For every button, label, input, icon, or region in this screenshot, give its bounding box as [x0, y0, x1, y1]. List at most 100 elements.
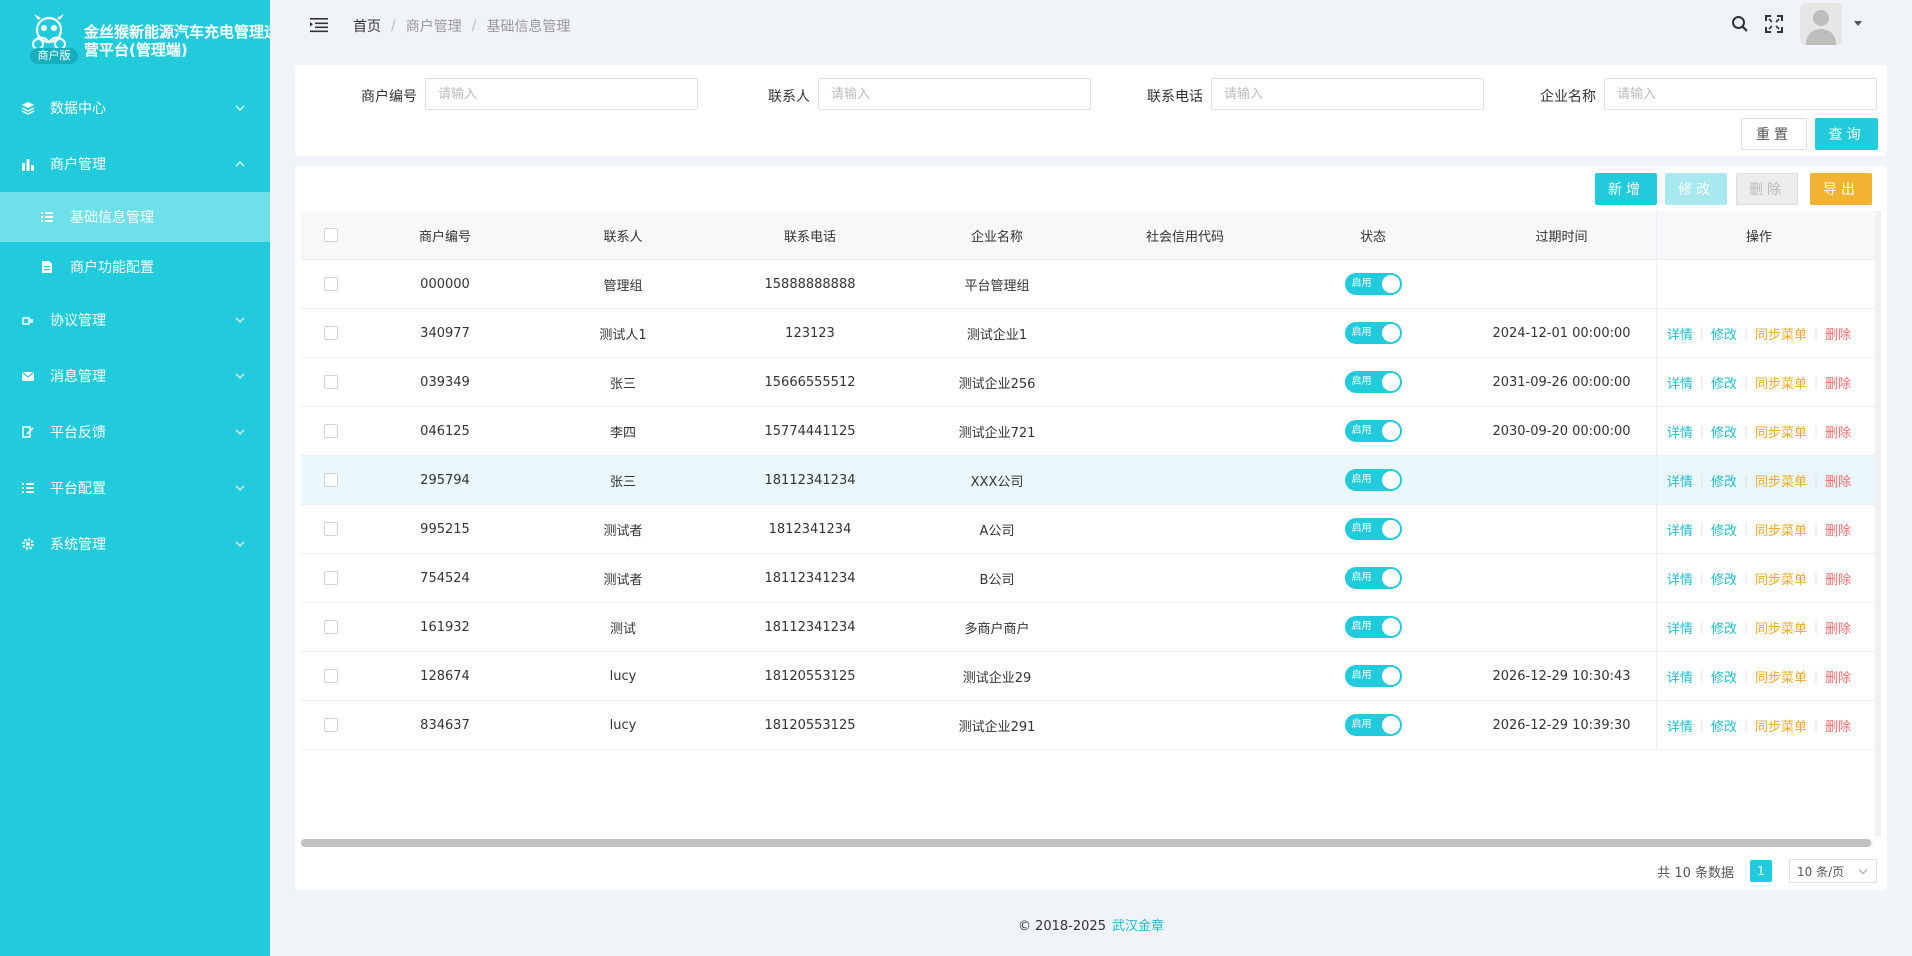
- row-checkbox[interactable]: [324, 473, 338, 487]
- status-switch[interactable]: 启用: [1344, 518, 1402, 540]
- detail-link[interactable]: 详情: [1667, 324, 1693, 343]
- sidebar-item-feedback[interactable]: 平台反馈: [0, 404, 270, 460]
- edit-button[interactable]: 修改: [1665, 173, 1727, 205]
- row-checkbox[interactable]: [324, 571, 338, 585]
- sync-menu-link[interactable]: 同步菜单: [1755, 667, 1807, 686]
- select-all-checkbox[interactable]: [324, 228, 338, 242]
- fullscreen-icon[interactable]: [1764, 14, 1784, 34]
- edit-link[interactable]: 修改: [1711, 471, 1737, 490]
- status-switch[interactable]: 启用: [1344, 469, 1402, 491]
- delete-link[interactable]: 删除: [1825, 569, 1851, 588]
- sidebar-subitem-basic-info[interactable]: 基础信息管理: [0, 192, 270, 242]
- table-row[interactable]: 046125 李四 15774441125 测试企业721 启用 2030-09-20 0…: [301, 407, 1881, 456]
- status-switch[interactable]: 启用: [1344, 322, 1402, 344]
- contact-input[interactable]: [818, 78, 1091, 110]
- edit-link[interactable]: 修改: [1711, 324, 1737, 343]
- search-icon[interactable]: [1730, 14, 1750, 34]
- vertical-scrollbar[interactable]: [1875, 211, 1881, 836]
- edit-link[interactable]: 修改: [1711, 618, 1737, 637]
- detail-link[interactable]: 详情: [1667, 520, 1693, 539]
- caret-down-icon[interactable]: [1854, 21, 1862, 27]
- sync-menu-link[interactable]: 同步菜单: [1755, 716, 1807, 735]
- avatar[interactable]: [1800, 3, 1842, 45]
- status-switch[interactable]: 启用: [1344, 420, 1402, 442]
- status-switch[interactable]: 启用: [1344, 371, 1402, 393]
- detail-link[interactable]: 详情: [1667, 471, 1693, 490]
- detail-link[interactable]: 详情: [1667, 422, 1693, 441]
- scrollbar-thumb[interactable]: [301, 839, 1871, 847]
- page-size-select[interactable]: 10 条/页: [1789, 859, 1877, 883]
- edit-link[interactable]: 修改: [1711, 373, 1737, 392]
- sync-menu-link[interactable]: 同步菜单: [1755, 471, 1807, 490]
- delete-link[interactable]: 删除: [1825, 618, 1851, 637]
- app-logo[interactable]: 商户版 金丝猴新能源汽车充电管理运营平台(管理端): [26, 12, 270, 68]
- delete-button[interactable]: 删除: [1736, 173, 1798, 205]
- delete-link[interactable]: 删除: [1825, 324, 1851, 343]
- delete-link[interactable]: 删除: [1825, 373, 1851, 392]
- sync-menu-link[interactable]: 同步菜单: [1755, 569, 1807, 588]
- table-row[interactable]: 995215 测试者 1812341234 A公司 启用 详情 | 修改 | 同步菜单 | 删除: [301, 505, 1881, 554]
- horizontal-scrollbar[interactable]: [301, 839, 1873, 847]
- row-checkbox[interactable]: [324, 718, 338, 732]
- sync-menu-link[interactable]: 同步菜单: [1755, 422, 1807, 441]
- page-1-button[interactable]: 1: [1750, 860, 1772, 882]
- breadcrumb-merchant[interactable]: 商户管理: [406, 16, 462, 36]
- sync-menu-link[interactable]: 同步菜单: [1755, 618, 1807, 637]
- sidebar-item-data-center[interactable]: 数据中心: [0, 80, 270, 136]
- merchant-no-input[interactable]: [425, 78, 698, 110]
- add-button[interactable]: 新增: [1595, 173, 1657, 205]
- row-checkbox[interactable]: [324, 424, 338, 438]
- row-checkbox[interactable]: [324, 277, 338, 291]
- edit-link[interactable]: 修改: [1711, 667, 1737, 686]
- delete-link[interactable]: 删除: [1825, 716, 1851, 735]
- sidebar-item-protocol[interactable]: 协议管理: [0, 292, 270, 348]
- table-row[interactable]: 834637 lucy 18120553125 测试企业291 启用 2026-12-29…: [301, 701, 1881, 750]
- detail-link[interactable]: 详情: [1667, 618, 1693, 637]
- sync-menu-link[interactable]: 同步菜单: [1755, 520, 1807, 539]
- sync-menu-link[interactable]: 同步菜单: [1755, 373, 1807, 392]
- detail-link[interactable]: 详情: [1667, 716, 1693, 735]
- status-switch[interactable]: 启用: [1344, 665, 1402, 687]
- table-row[interactable]: 340977 测试人1 123123 测试企业1 启用 2024-12-01 00:00:…: [301, 309, 1881, 358]
- breadcrumb-home[interactable]: 首页: [353, 16, 381, 36]
- table-row[interactable]: 161932 测试 18112341234 多商户商户 启用 详情 | 修改 | 同步菜单 | 删除: [301, 603, 1881, 652]
- query-button[interactable]: 查询: [1815, 118, 1878, 150]
- row-checkbox[interactable]: [324, 375, 338, 389]
- sidebar-item-merchant[interactable]: 商户管理: [0, 136, 270, 192]
- table-row[interactable]: 039349 张三 15666555512 测试企业256 启用 2031-09-26 0…: [301, 358, 1881, 407]
- row-checkbox[interactable]: [324, 669, 338, 683]
- table-row[interactable]: 295794 张三 18112341234 XXX公司 启用 详情 | 修改 | 同步菜单 | 删除: [301, 456, 1881, 505]
- edit-link[interactable]: 修改: [1711, 422, 1737, 441]
- status-switch[interactable]: 启用: [1344, 616, 1402, 638]
- delete-link[interactable]: 删除: [1825, 422, 1851, 441]
- status-switch[interactable]: 启用: [1344, 567, 1402, 589]
- phone-input[interactable]: [1211, 78, 1484, 110]
- detail-link[interactable]: 详情: [1667, 373, 1693, 392]
- row-checkbox[interactable]: [324, 620, 338, 634]
- reset-button[interactable]: 重置: [1741, 118, 1807, 150]
- edit-link[interactable]: 修改: [1711, 569, 1737, 588]
- delete-link[interactable]: 删除: [1825, 520, 1851, 539]
- table-row[interactable]: 128674 lucy 18120553125 测试企业29 启用 2026-12-29 …: [301, 652, 1881, 701]
- delete-link[interactable]: 删除: [1825, 667, 1851, 686]
- table-row[interactable]: 000000 管理组 15888888888 平台管理组 启用: [301, 260, 1881, 309]
- menu-toggle-icon[interactable]: [310, 17, 328, 33]
- edit-link[interactable]: 修改: [1711, 520, 1737, 539]
- company-link[interactable]: 武汉金章: [1112, 919, 1164, 934]
- detail-link[interactable]: 详情: [1667, 667, 1693, 686]
- export-button[interactable]: 导出: [1810, 173, 1872, 205]
- sidebar-item-platform-config[interactable]: 平台配置: [0, 460, 270, 516]
- status-switch[interactable]: 启用: [1344, 714, 1402, 736]
- sidebar-item-system[interactable]: 系统管理: [0, 516, 270, 572]
- company-input[interactable]: [1604, 78, 1877, 110]
- table-row[interactable]: 754524 测试者 18112341234 B公司 启用 详情 | 修改 | 同步菜单 | 删除: [301, 554, 1881, 603]
- sync-menu-link[interactable]: 同步菜单: [1755, 324, 1807, 343]
- sidebar-item-message[interactable]: 消息管理: [0, 348, 270, 404]
- row-checkbox[interactable]: [324, 326, 338, 340]
- sidebar-subitem-feature-config[interactable]: 商户功能配置: [0, 242, 270, 292]
- edit-link[interactable]: 修改: [1711, 716, 1737, 735]
- detail-link[interactable]: 详情: [1667, 569, 1693, 588]
- row-checkbox[interactable]: [324, 522, 338, 536]
- delete-link[interactable]: 删除: [1825, 471, 1851, 490]
- status-switch[interactable]: 启用: [1344, 273, 1402, 295]
